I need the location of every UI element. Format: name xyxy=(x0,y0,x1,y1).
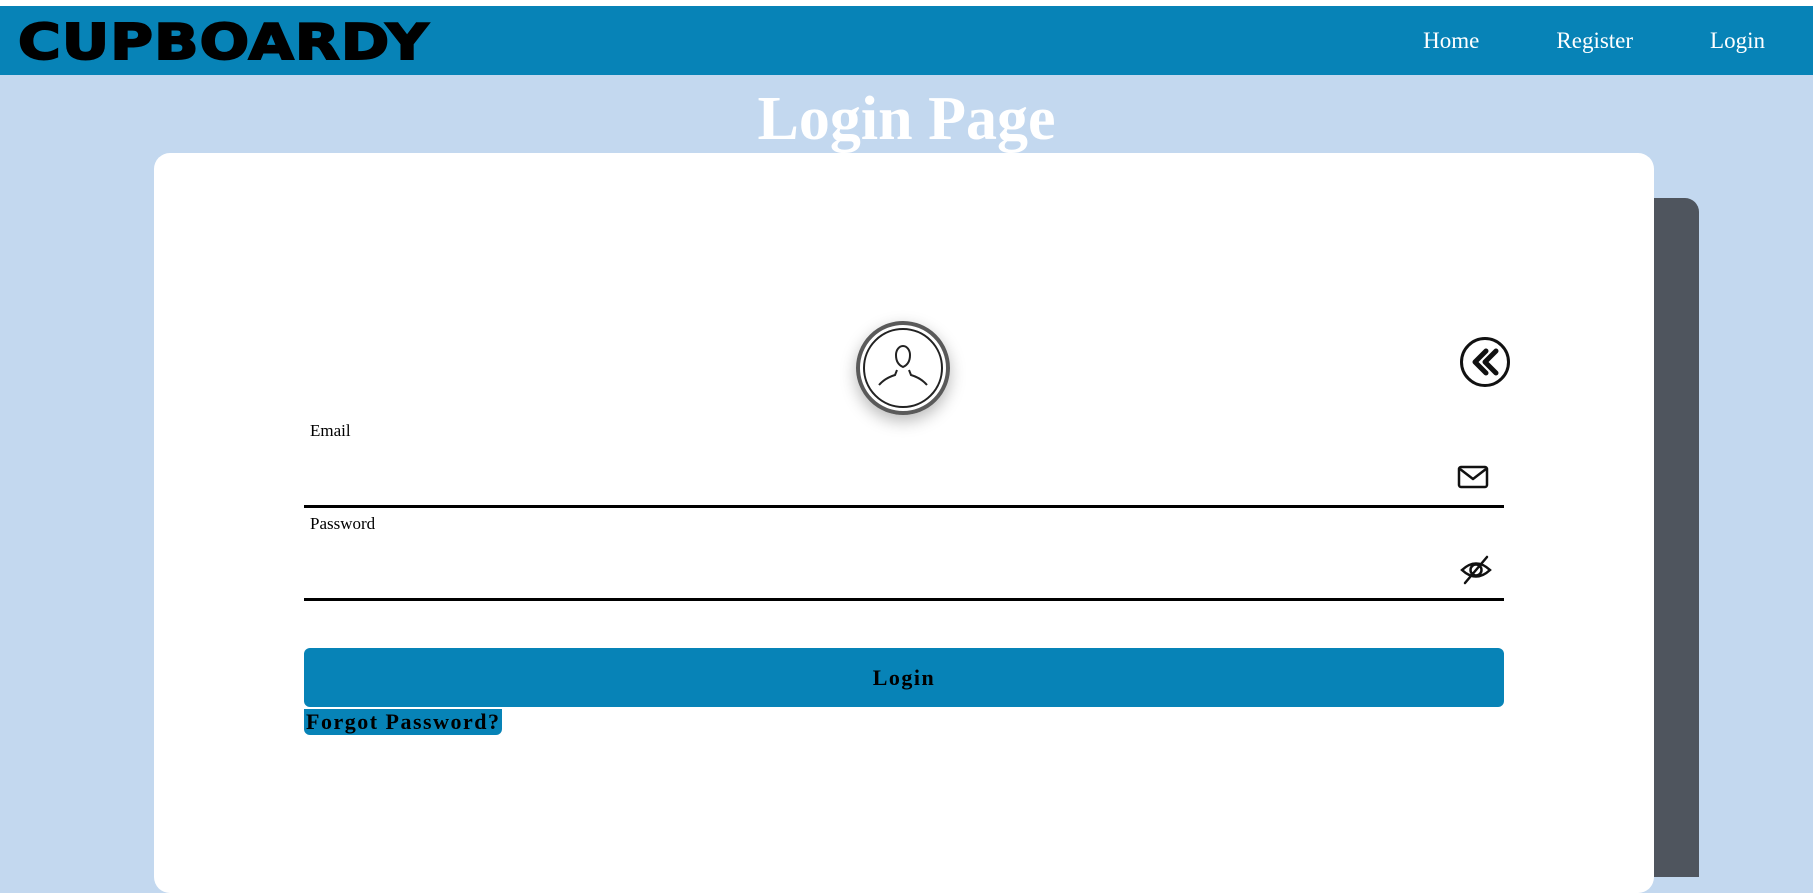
envelope-icon xyxy=(1456,460,1490,494)
nav-link-home[interactable]: Home xyxy=(1423,28,1479,54)
double-chevron-left-icon[interactable] xyxy=(1459,336,1511,388)
password-underline xyxy=(304,598,1504,601)
password-field[interactable] xyxy=(304,549,1504,589)
page-title: Login Page xyxy=(757,85,1056,153)
password-label: Password xyxy=(310,514,376,533)
login-button[interactable]: Login xyxy=(304,648,1504,707)
email-label: Email xyxy=(310,421,351,440)
login-card xyxy=(154,153,1654,893)
brand-logo[interactable]: CUPBOARDY xyxy=(17,17,429,68)
email-underline xyxy=(304,505,1504,508)
email-field[interactable] xyxy=(304,456,1504,496)
nav-link-register[interactable]: Register xyxy=(1556,28,1633,54)
nav-links: Home Register Login xyxy=(1346,6,1765,75)
nav-link-login[interactable]: Login xyxy=(1710,28,1765,54)
user-avatar-icon xyxy=(856,321,950,415)
eye-slash-icon[interactable] xyxy=(1459,553,1493,587)
forgot-password-link[interactable]: Forgot Password? xyxy=(304,709,503,735)
